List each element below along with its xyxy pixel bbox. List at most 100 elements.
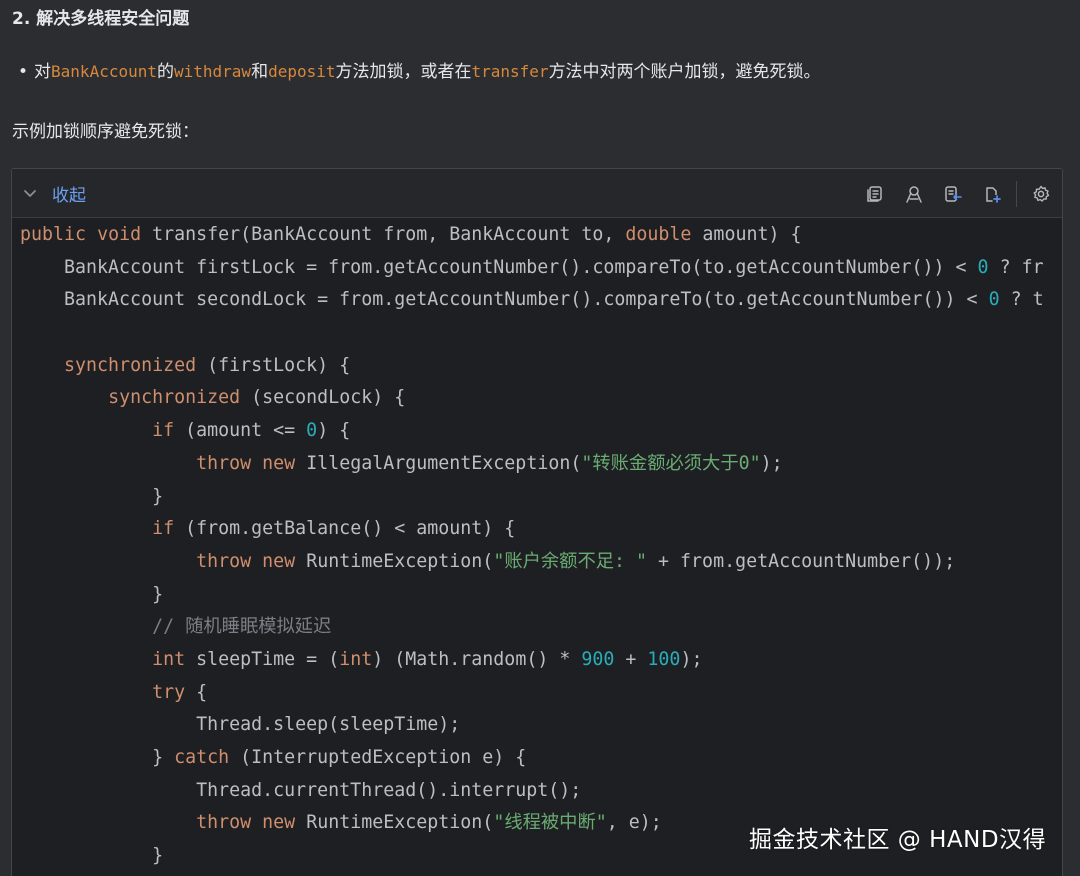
code-token: }: [20, 583, 164, 605]
code-token: "转账金额必须大于0": [581, 452, 761, 474]
inline-code: withdraw: [174, 62, 252, 81]
code-token: throw: [196, 452, 252, 474]
code-token: );: [680, 648, 703, 670]
code-line: throw new IllegalArgumentException("转账金额…: [20, 448, 1062, 481]
code-token: ? fr: [988, 256, 1044, 278]
code-token: {: [185, 681, 208, 703]
copy-button[interactable]: [864, 183, 886, 205]
section-heading: 2. 解决多线程安全问题: [12, 9, 190, 29]
code-token: RuntimeException(: [295, 550, 494, 572]
code-token: amount) {: [691, 224, 802, 245]
bullet-dot: •: [18, 62, 29, 82]
intro-paragraph: 示例加锁顺序避免死锁：: [12, 122, 199, 142]
code-token: 0: [977, 256, 989, 278]
inline-code: deposit: [268, 62, 336, 81]
code-token: if: [152, 518, 175, 540]
code-token: "线程被中断": [493, 812, 607, 834]
code-line: Thread.currentThread().interrupt();: [20, 775, 1062, 808]
code-token: synchronized: [64, 354, 197, 376]
code-line: Thread.sleep(sleepTime);: [20, 709, 1062, 742]
code-token: 100: [647, 648, 681, 670]
code-token: new: [262, 452, 296, 474]
bullet-text-segment: 方法中对两个账户加锁，避免死锁。: [548, 62, 821, 82]
inline-code: transfer: [471, 62, 549, 81]
code-token: transfer(BankAccount from, BankAccount t…: [141, 224, 626, 245]
code-token: (firstLock) {: [196, 354, 351, 376]
code-token: int: [339, 648, 373, 670]
code-content[interactable]: public void transfer(BankAccount from, B…: [20, 219, 1062, 876]
code-line: try {: [20, 677, 1062, 710]
chevron-down-icon: [24, 190, 36, 197]
code-token: (amount <=: [174, 420, 307, 442]
code-line: // 随机睡眠模拟延迟: [20, 611, 1062, 644]
code-token: new: [262, 550, 296, 572]
settings-icon: [1033, 185, 1050, 202]
code-token: new: [262, 812, 296, 834]
code-line: synchronized (secondLock) {: [20, 382, 1062, 415]
code-token: 900: [581, 648, 615, 670]
code-token: (from.getBalance() < amount) {: [174, 518, 516, 540]
insert-button[interactable]: [942, 183, 964, 205]
code-token: ) {: [317, 420, 351, 442]
code-line: }: [20, 579, 1062, 612]
code-line: }: [20, 481, 1062, 514]
code-token: if: [152, 420, 175, 442]
code-token: throw: [196, 550, 252, 572]
code-line: int sleepTime = (int) (Math.random() * 9…: [20, 644, 1062, 677]
code-token: ? t: [999, 289, 1044, 311]
code-token: Thread.currentThread().interrupt();: [20, 779, 582, 801]
code-token: (secondLock) {: [240, 387, 406, 409]
collapse-button[interactable]: 收起: [22, 177, 86, 209]
bullet-text-segment: 和: [251, 62, 269, 82]
code-token: BankAccount secondLock = from.getAccount…: [20, 289, 989, 311]
copy-icon: [867, 186, 882, 202]
code-token: try: [152, 681, 186, 703]
bullet-text-segment: 方法加锁，或者在: [335, 62, 472, 82]
code-token: 0: [988, 289, 1000, 311]
new-file-button[interactable]: [981, 183, 1003, 205]
font-icon: [906, 186, 922, 203]
code-token: Thread.sleep(sleepTime);: [20, 714, 461, 736]
collapse-label: 收起: [52, 185, 86, 206]
code-token: sleepTime = (: [185, 648, 340, 670]
code-token: +: [614, 648, 648, 670]
bullet-text: 对BankAccount的withdraw和deposit方法加锁，或者在tra…: [34, 62, 821, 82]
code-token: synchronized: [108, 387, 241, 409]
code-line: if (from.getBalance() < amount) {: [20, 513, 1062, 546]
code-token: IllegalArgumentException(: [295, 452, 582, 474]
code-token: , e);: [606, 812, 662, 834]
code-token: RuntimeException(: [295, 812, 494, 834]
code-token: void: [97, 224, 142, 245]
code-token: }: [20, 485, 164, 507]
code-block: 收起 public void transfer(BankAccount from…: [11, 168, 1063, 876]
code-token: "账户余额不足: ": [493, 550, 648, 572]
code-token: 0: [306, 420, 318, 442]
code-token: + from.getAccountNumber());: [647, 550, 956, 572]
code-line: public void transfer(BankAccount from, B…: [20, 219, 1062, 252]
toolbar-divider: [1016, 181, 1017, 207]
code-token: }: [20, 747, 175, 768]
code-token: }: [20, 845, 164, 867]
code-line: synchronized (firstLock) {: [20, 350, 1062, 383]
settings-button[interactable]: [1030, 183, 1052, 205]
paste-new-file-icon: [986, 187, 1001, 203]
code-line: } catch (InterruptedException e) {: [20, 742, 1062, 775]
code-token: BankAccount firstLock = from.getAccountN…: [20, 256, 978, 278]
inline-code: BankAccount: [51, 62, 157, 81]
code-block-header: 收起: [12, 169, 1062, 218]
code-token: int: [152, 648, 186, 670]
code-token: (InterruptedException e) {: [229, 747, 527, 768]
code-toolbar: [847, 179, 1052, 209]
code-token: );: [760, 452, 783, 474]
page: 2. 解决多线程安全问题 • 对BankAccount的withdraw和depo…: [0, 0, 1080, 876]
bullet-text-segment: 的: [157, 62, 174, 82]
font-button[interactable]: [903, 183, 925, 205]
bullet-item: • 对BankAccount的withdraw和deposit方法加锁，或者在tr…: [18, 58, 821, 86]
